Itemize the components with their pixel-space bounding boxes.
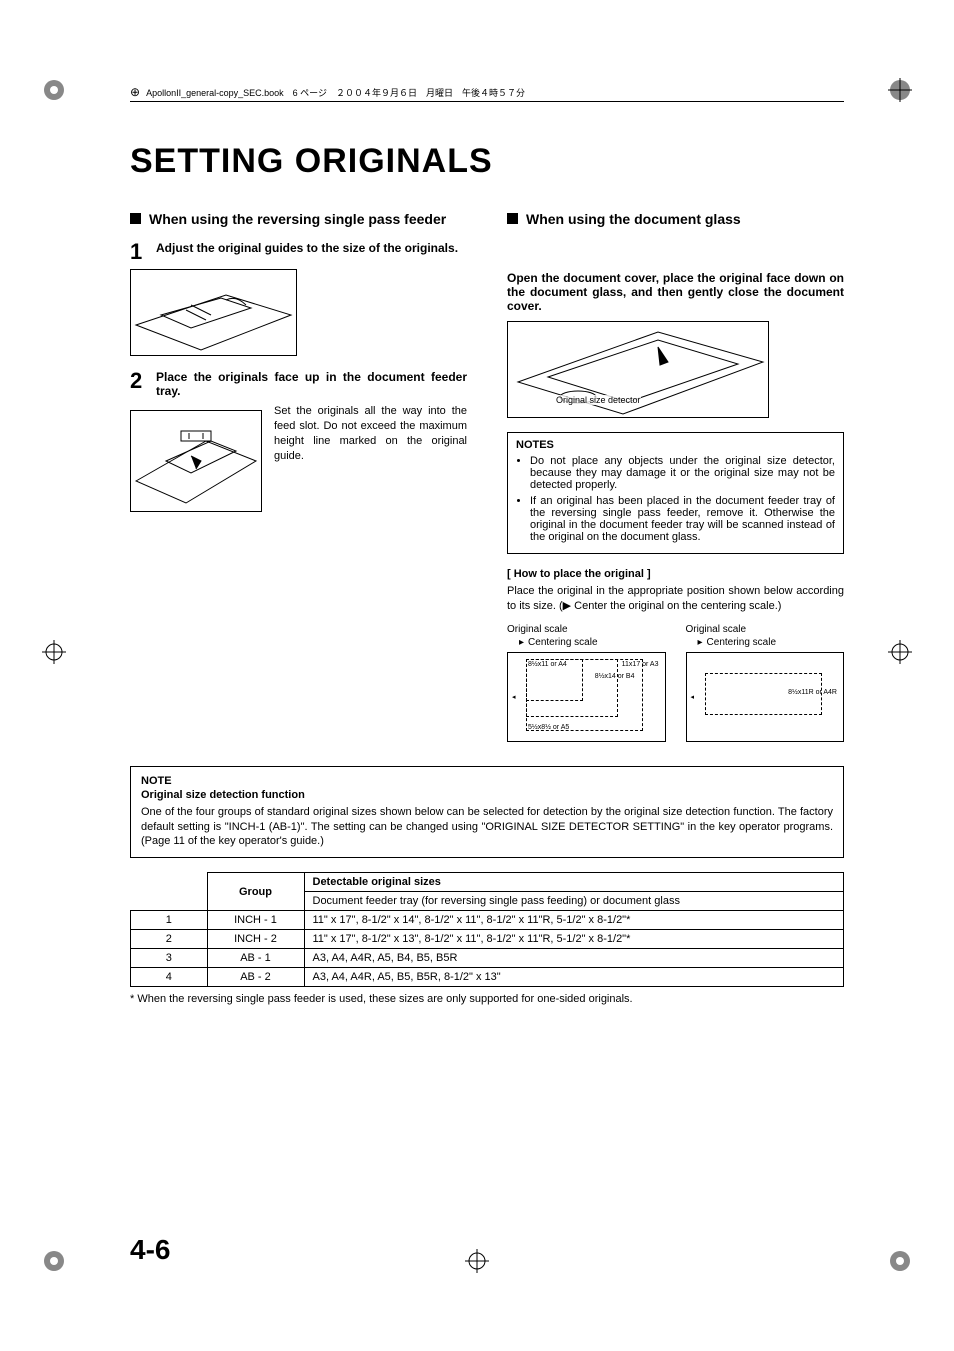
- th-sub: Document feeder tray (for reversing sing…: [304, 892, 844, 911]
- center-mark-icon: ◂: [512, 693, 516, 701]
- scale-diagram-right: Original scale ▸ Centering scale ◂ 8½x11R…: [686, 624, 845, 742]
- note-item: Do not place any objects under the origi…: [530, 455, 835, 491]
- cell-g: INCH - 1: [207, 911, 304, 930]
- table-row: 2 INCH - 2 11" x 17", 8-1/2" x 13", 8-1/…: [131, 930, 844, 949]
- scale-label: Original scale: [507, 624, 666, 635]
- note-item: If an original has been placed in the do…: [530, 495, 835, 543]
- step-text: Adjust the original guides to the size o…: [156, 241, 467, 263]
- cell-s: 11" x 17", 8-1/2" x 14", 8-1/2" x 11", 8…: [304, 911, 844, 930]
- scale-label: Original scale: [686, 624, 845, 635]
- right-heading: When using the document glass: [526, 211, 741, 227]
- cell-s: A3, A4, A4R, A5, B5, B5R, 8-1/2" x 13": [304, 968, 844, 987]
- cell-g: INCH - 2: [207, 930, 304, 949]
- note-box-detection: NOTE Original size detection function On…: [130, 766, 844, 859]
- book-icon: ⊕: [130, 85, 140, 99]
- cell-n: 1: [131, 911, 208, 930]
- regmark-icon: [42, 78, 66, 102]
- page: ⊕ ApollonII_general-copy_SEC.book 6 ページ …: [0, 0, 954, 1351]
- step-number: 2: [130, 370, 148, 398]
- note-title: NOTE: [141, 775, 833, 787]
- square-bullet-icon: [130, 213, 141, 224]
- table-row: 3 AB - 1 A3, A4, A4R, A5, B4, B5, B5R: [131, 949, 844, 968]
- glass-instruction: Open the document cover, place the origi…: [507, 271, 844, 313]
- regmark-icon: [42, 1249, 66, 1273]
- footnote: * When the reversing single pass feeder …: [130, 993, 844, 1005]
- note-paragraph: One of the four groups of standard origi…: [141, 805, 833, 850]
- figure-document-glass: Original size detector: [507, 321, 769, 418]
- square-bullet-icon: [507, 213, 518, 224]
- note-subtitle: Original size detection function: [141, 789, 833, 801]
- size-label: 8½x11 or A4: [528, 661, 567, 668]
- th-group: Group: [207, 873, 304, 911]
- th-sizes: Detectable original sizes: [304, 873, 844, 892]
- cell-g: AB - 2: [207, 968, 304, 987]
- cell-s: 11" x 17", 8-1/2" x 13", 8-1/2" x 11", 8…: [304, 930, 844, 949]
- size-label: 5½x8½ or A5: [528, 724, 569, 731]
- regmark-icon: [465, 1249, 489, 1273]
- size-label: 8½x11R or A4R: [788, 689, 837, 696]
- arrow-right-icon: ▸: [519, 637, 524, 648]
- arrow-right-icon: ▸: [698, 637, 703, 648]
- howto-body: Place the original in the appropriate po…: [507, 584, 844, 614]
- figure-label: Original size detector: [556, 395, 641, 405]
- center-mark-icon: ◂: [691, 693, 695, 701]
- cell-n: 2: [131, 930, 208, 949]
- table-row: 4 AB - 2 A3, A4, A4R, A5, B5, B5R, 8-1/2…: [131, 968, 844, 987]
- size-label: 11x17 or A3: [622, 661, 659, 668]
- left-heading: When using the reversing single pass fee…: [149, 211, 446, 227]
- figure-feeder-tray: [130, 410, 262, 512]
- size-label: 8½x14 or B4: [595, 673, 635, 680]
- left-column: When using the reversing single pass fee…: [130, 211, 467, 742]
- header-line: ⊕ ApollonII_general-copy_SEC.book 6 ページ …: [130, 85, 844, 102]
- regmark-icon: [42, 640, 66, 664]
- page-title: SETTING ORIGINALS: [130, 142, 844, 181]
- notes-box: NOTES Do not place any objects under the…: [507, 432, 844, 554]
- right-column: When using the document glass Open the d…: [507, 211, 844, 742]
- step-number: 1: [130, 241, 148, 263]
- scale-diagram-left: Original scale ▸ Centering scale ◂ 8½x11 …: [507, 624, 666, 742]
- cell-g: AB - 1: [207, 949, 304, 968]
- step2-side-text: Set the originals all the way into the f…: [274, 404, 467, 463]
- step-text: Place the originals face up in the docum…: [156, 370, 467, 398]
- centering-label: Centering scale: [707, 637, 776, 648]
- page-number: 4-6: [130, 1234, 170, 1266]
- regmark-icon: [888, 78, 912, 102]
- book-ref: ApollonII_general-copy_SEC.book 6 ページ ２０…: [146, 86, 525, 99]
- table-row: 1 INCH - 1 11" x 17", 8-1/2" x 14", 8-1/…: [131, 911, 844, 930]
- cell-n: 4: [131, 968, 208, 987]
- howto-title: [ How to place the original ]: [507, 568, 844, 580]
- regmark-icon: [888, 1249, 912, 1273]
- size-table: Group Detectable original sizes Document…: [130, 872, 844, 987]
- figure-feeder-guides: [130, 269, 297, 356]
- centering-label: Centering scale: [528, 637, 597, 648]
- cell-s: A3, A4, A4R, A5, B4, B5, B5R: [304, 949, 844, 968]
- regmark-icon: [888, 640, 912, 664]
- notes-title: NOTES: [516, 439, 835, 451]
- cell-n: 3: [131, 949, 208, 968]
